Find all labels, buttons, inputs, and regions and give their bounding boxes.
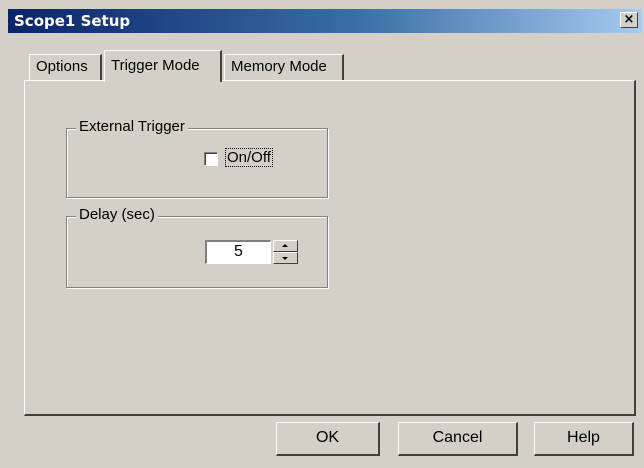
scope-setup-dialog: Scope1 Setup × Options Trigger Mode Memo… — [0, 0, 644, 468]
up-arrow-icon — [282, 244, 288, 247]
delay-increment-button[interactable] — [273, 240, 298, 252]
external-trigger-group: External Trigger — [66, 118, 328, 198]
tab-trigger-mode[interactable]: Trigger Mode — [104, 50, 222, 82]
close-button[interactable]: × — [620, 12, 638, 28]
cancel-button[interactable]: Cancel — [398, 422, 518, 456]
external-trigger-checkbox[interactable] — [204, 152, 218, 166]
ok-button[interactable]: OK — [276, 422, 380, 456]
delay-decrement-button[interactable] — [273, 252, 298, 264]
tab-memory-mode[interactable]: Memory Mode — [224, 54, 344, 80]
help-button[interactable]: Help — [534, 422, 634, 456]
title-bar[interactable]: Scope1 Setup × — [8, 9, 642, 33]
external-trigger-group-label: External Trigger — [76, 118, 188, 135]
close-icon: × — [623, 12, 635, 27]
down-arrow-icon — [282, 257, 288, 260]
tab-options[interactable]: Options — [29, 54, 102, 80]
delay-input[interactable]: 5 — [205, 240, 271, 264]
external-trigger-checkbox-label[interactable]: On/Off — [225, 148, 273, 167]
window-title: Scope1 Setup — [14, 12, 131, 30]
delay-group-label: Delay (sec) — [76, 206, 158, 223]
